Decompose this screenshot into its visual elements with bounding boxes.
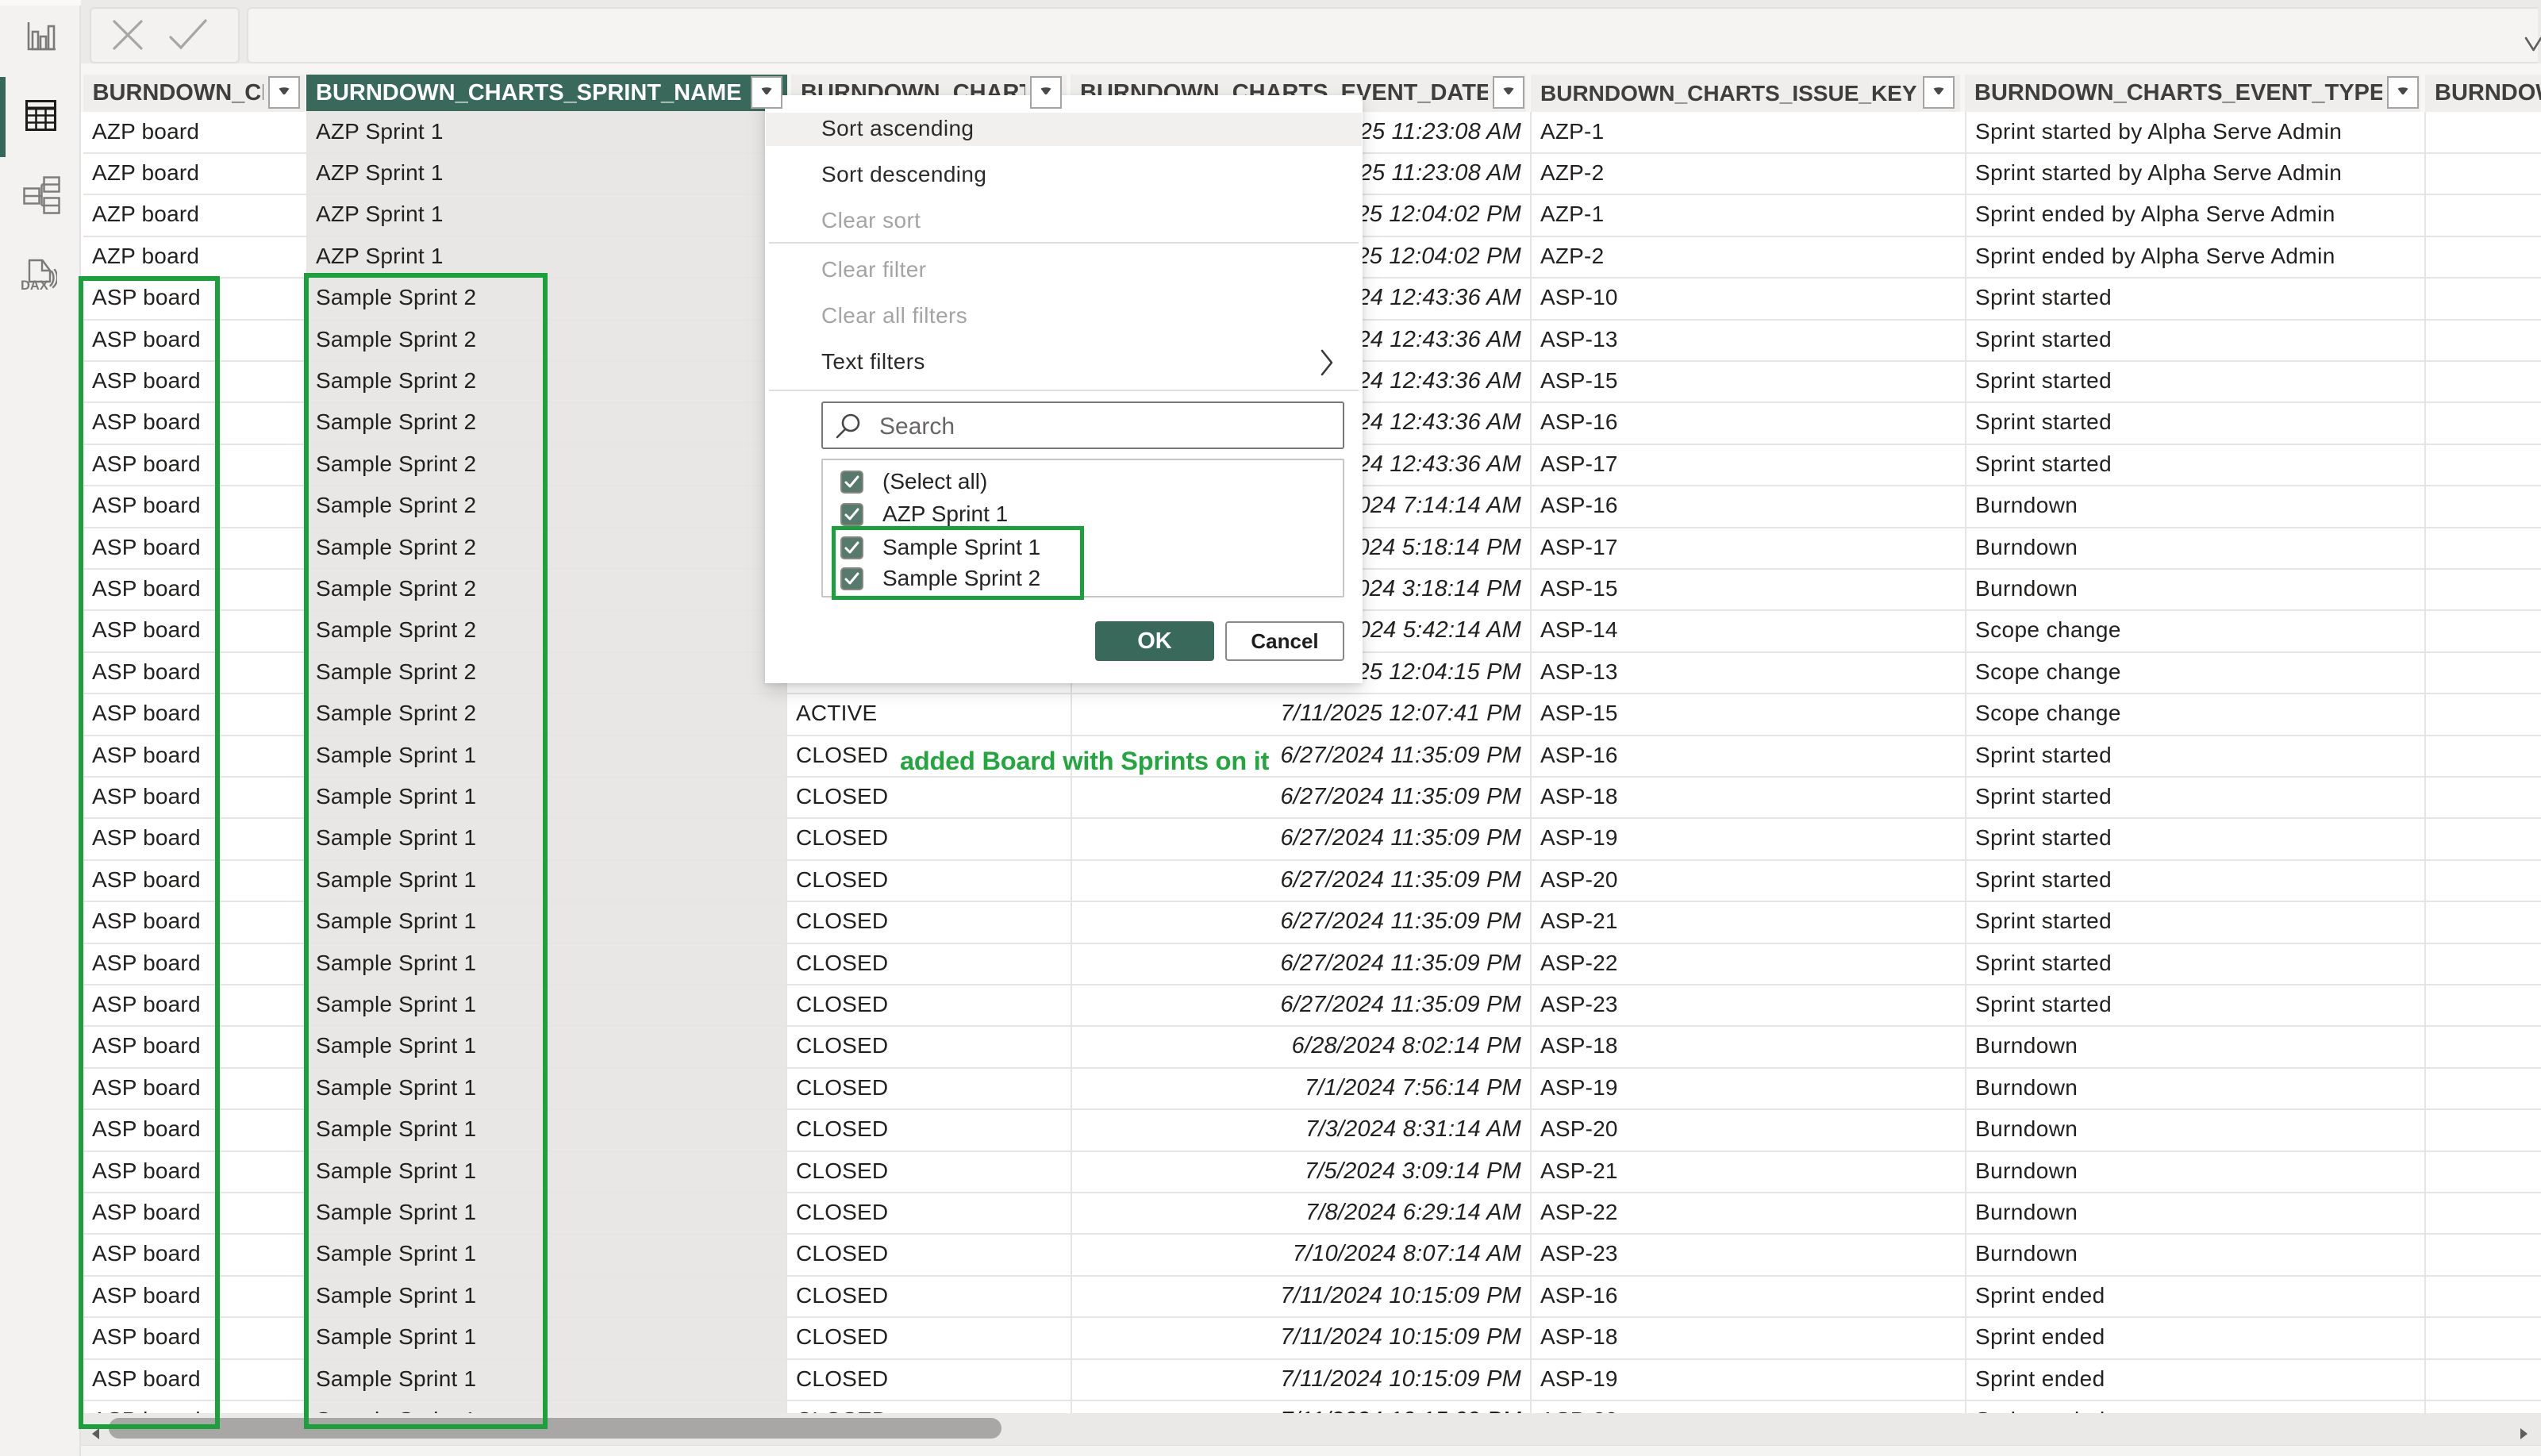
svg-text:DAX: DAX <box>21 279 48 292</box>
